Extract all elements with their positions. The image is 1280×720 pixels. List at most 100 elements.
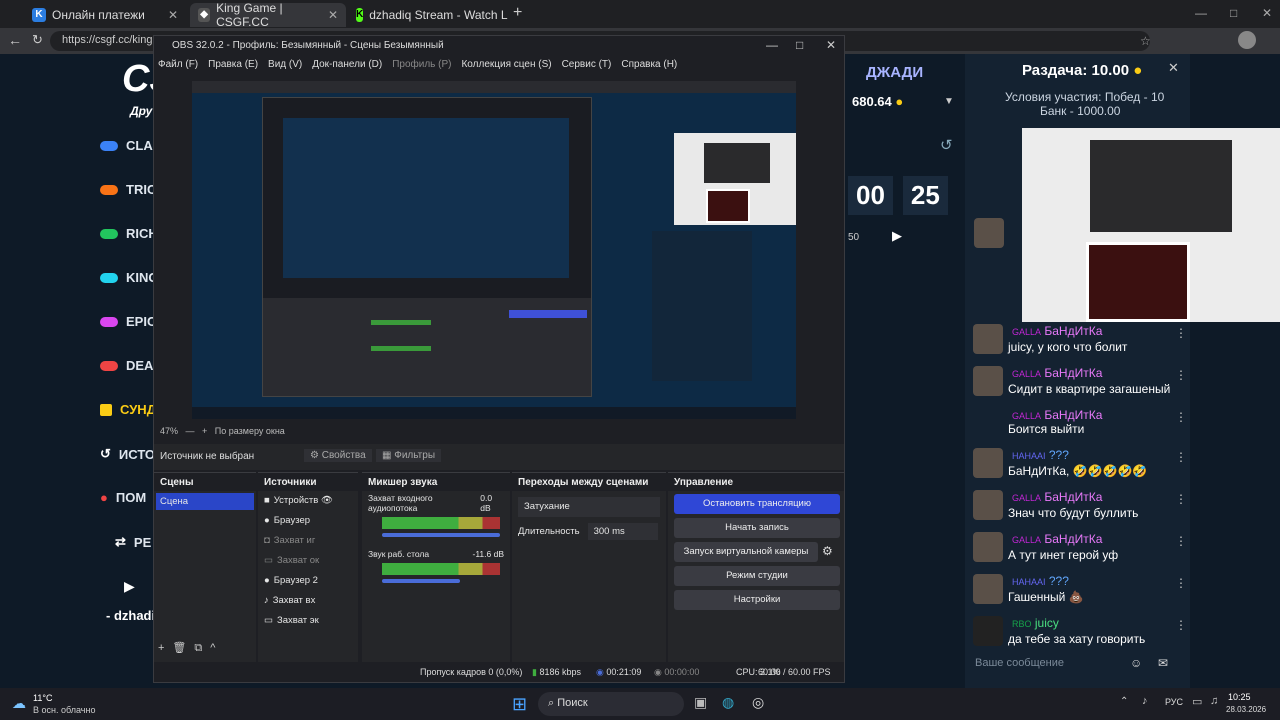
close-icon[interactable]: ✕ xyxy=(328,8,338,22)
more-icon[interactable]: ⋮ xyxy=(1175,410,1187,424)
minimize-icon[interactable]: — xyxy=(1195,6,1207,20)
obs-preview[interactable] xyxy=(192,81,796,419)
new-tab-button[interactable]: + xyxy=(513,4,522,22)
youtube-icon[interactable]: ▶ xyxy=(124,578,135,595)
scene-toolbar[interactable]: +🗑⧉^ xyxy=(158,641,223,655)
sidebar-item-history[interactable]: ↺ ИСТО xyxy=(100,446,155,462)
source-item[interactable]: ● Браузер xyxy=(264,511,358,531)
reload-icon[interactable]: ↻ xyxy=(32,32,43,48)
menu-edit[interactable]: Правка (E) xyxy=(208,59,258,71)
volume-slider[interactable] xyxy=(382,579,460,583)
menu-file[interactable]: Файл (F) xyxy=(158,59,198,71)
sidebar-item-king[interactable]: KING xyxy=(100,270,159,285)
weather-temp[interactable]: 11°C xyxy=(33,693,52,703)
close-icon[interactable]: ✕ xyxy=(1168,60,1179,76)
coin-icon: ● xyxy=(895,94,904,109)
avatar[interactable] xyxy=(1238,31,1256,49)
mixer-dock: Микшер звука Захват входного аудиопотока… xyxy=(362,472,510,662)
maximize-icon[interactable]: □ xyxy=(796,38,803,52)
emoji-icon[interactable]: ☺ xyxy=(1130,656,1142,670)
menu-docks[interactable]: Док-панели (D) xyxy=(312,59,382,71)
avatar xyxy=(973,448,1003,478)
chat-input[interactable]: Ваше сообщение xyxy=(975,654,1125,674)
tab-payments[interactable]: K Онлайн платежи ✕ xyxy=(24,3,186,27)
network-icon[interactable]: ▭ xyxy=(1192,695,1202,708)
star-icon[interactable]: ☆ xyxy=(1140,34,1151,48)
filters-button[interactable]: ▦ Фильтры xyxy=(376,449,442,462)
more-icon[interactable]: ⋮ xyxy=(1175,368,1187,382)
stop-streaming-button[interactable]: Остановить трансляцию xyxy=(674,494,840,514)
menu-tools[interactable]: Сервис (T) xyxy=(562,59,612,71)
streamer-link[interactable]: - dzhadi xyxy=(106,608,155,623)
menu-view[interactable]: Вид (V) xyxy=(268,59,302,71)
more-icon[interactable]: ⋮ xyxy=(1175,492,1187,506)
menu-scene-collection[interactable]: Коллекция сцен (S) xyxy=(461,59,551,71)
zoom-level[interactable]: 47% — + По размеру окна xyxy=(160,426,285,436)
tab-king-game[interactable]: ◆ King Game | CSGF.CC ✕ xyxy=(190,1,346,29)
sidebar-item-chest[interactable]: СУНД xyxy=(100,402,156,417)
duration-field[interactable]: 300 ms xyxy=(587,523,658,540)
virtual-camera-button[interactable]: Запуск виртуальной камеры xyxy=(674,542,818,562)
obs-icon[interactable]: ◎ xyxy=(752,694,764,711)
windows-start-icon[interactable]: ⊞ xyxy=(512,694,527,715)
history-icon[interactable]: ↺ xyxy=(940,136,953,154)
sidebar-item-ref[interactable]: ⇄ РЕ xyxy=(115,534,151,550)
edge-icon[interactable]: ◍ xyxy=(722,694,734,711)
sidebar-item-help[interactable]: ● ПОМ xyxy=(100,490,146,505)
bitrate: ▮ 8186 kbps xyxy=(532,667,582,677)
settings-button[interactable]: Настройки xyxy=(674,590,840,610)
transition-select[interactable]: Затухание xyxy=(518,497,660,517)
clock-date[interactable]: 28.03.2026 xyxy=(1226,705,1266,714)
more-icon[interactable]: ⋮ xyxy=(1175,450,1187,464)
properties-button[interactable]: ⚙ Свойства xyxy=(304,449,372,462)
more-icon[interactable]: ⋮ xyxy=(1175,576,1187,590)
avatar xyxy=(974,218,1004,248)
sidebar-item-trick[interactable]: TRIC xyxy=(100,182,156,197)
tv-image xyxy=(704,143,770,183)
taskbar-search[interactable]: ⌕ Поиск xyxy=(538,692,684,716)
more-icon[interactable]: ⋮ xyxy=(1175,618,1187,632)
more-icon[interactable]: ⋮ xyxy=(1175,326,1187,340)
task-view-icon[interactable]: ▣ xyxy=(694,694,707,711)
source-item[interactable]: ♪ Захват вх xyxy=(264,591,358,611)
clock-time[interactable]: 10:25 xyxy=(1228,692,1251,702)
close-icon[interactable]: ✕ xyxy=(826,38,836,52)
avatar xyxy=(973,574,1003,604)
eye-icon[interactable]: 👁 xyxy=(321,495,333,506)
minimize-icon[interactable]: — xyxy=(766,38,778,52)
source-item[interactable]: ▭ Захват эк xyxy=(264,611,358,631)
source-item[interactable]: ◘ Захват иг xyxy=(264,531,358,551)
play-icon[interactable]: ▶ xyxy=(892,228,902,244)
language[interactable]: РУС xyxy=(1165,697,1183,707)
tab-kick-stream[interactable]: K dzhadiq Stream - Watch Live on K xyxy=(348,3,508,27)
gamepad-icon xyxy=(100,316,118,327)
sidebar-item-rich[interactable]: RICH xyxy=(100,226,158,241)
volume-icon[interactable]: ♫ xyxy=(1210,695,1218,707)
menu-profile[interactable]: Профиль (P) xyxy=(392,59,451,71)
gamepad-icon xyxy=(100,140,118,151)
studio-mode-button[interactable]: Режим студии xyxy=(674,566,840,586)
chevron-down-icon[interactable]: ▼ xyxy=(944,96,954,107)
gamepad-icon xyxy=(100,360,118,371)
scene-item[interactable]: Сцена xyxy=(156,493,254,510)
tab-label: King Game | CSGF.CC xyxy=(216,1,283,29)
weather-desc[interactable]: В осн. облачно xyxy=(33,705,95,715)
more-icon[interactable]: ⋮ xyxy=(1175,534,1187,548)
source-item[interactable]: ■ Устройств 👁 xyxy=(264,491,358,511)
menu-help[interactable]: Справка (H) xyxy=(621,59,677,71)
sidebar-item-epic[interactable]: EPIC xyxy=(100,314,156,329)
mixer-db: 0.0 dB xyxy=(480,493,493,513)
close-icon[interactable]: ✕ xyxy=(168,8,178,22)
chat-list: GALLA БаНдИтКа juicy, у кого что болит ⋮… xyxy=(970,324,1187,654)
gear-icon[interactable]: ⚙ xyxy=(822,544,833,558)
mic-icon[interactable]: ♪ xyxy=(1142,695,1148,707)
source-item[interactable]: ▭ Захват ок xyxy=(264,551,358,571)
timer-label: 50 xyxy=(848,232,860,243)
maximize-icon[interactable]: □ xyxy=(1230,6,1237,20)
chevron-up-icon[interactable]: ⌃ xyxy=(1120,696,1128,707)
send-icon[interactable]: ✉ xyxy=(1158,656,1168,670)
start-recording-button[interactable]: Начать запись xyxy=(674,518,840,538)
back-icon[interactable]: ← xyxy=(8,32,22,48)
source-item[interactable]: ● Браузер 2 xyxy=(264,571,358,591)
close-window-icon[interactable]: ✕ xyxy=(1262,6,1272,20)
